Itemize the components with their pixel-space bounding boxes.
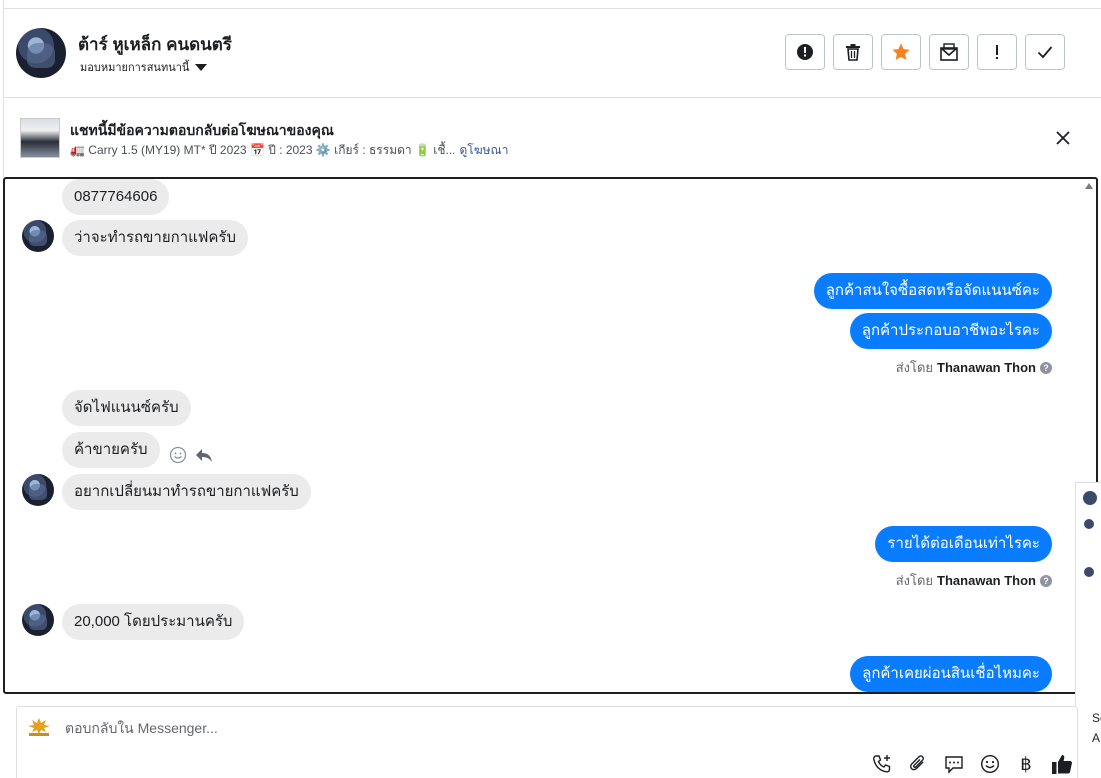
alert-circle-icon (797, 44, 813, 60)
paperclip-icon (910, 755, 924, 771)
conversation-header: ต้าร์ หูเหล็ก คนดนตรี มอบหมายการสนทนานี้ (3, 9, 1101, 98)
report-button[interactable] (785, 34, 825, 70)
side-avatar[interactable] (1084, 519, 1094, 529)
incoming-message[interactable]: จัดไฟแนนซ์ครับ (62, 390, 191, 426)
star-button[interactable] (881, 34, 921, 70)
incoming-message[interactable]: ค้าขายครับ (62, 432, 160, 468)
star-icon (892, 43, 910, 60)
emoji-button[interactable] (979, 753, 1001, 775)
exclamation-icon (996, 45, 998, 59)
help-question-icon[interactable]: ? (1040, 574, 1052, 587)
attach-button[interactable] (907, 753, 929, 775)
composer-tools: ฿ (871, 753, 1073, 775)
assign-conversation-dropdown[interactable]: มอบหมายการสนทนานี้ (80, 58, 208, 76)
mark-unread-button[interactable] (929, 34, 969, 70)
help-question-icon[interactable]: ? (1040, 361, 1052, 374)
check-icon (1037, 46, 1053, 59)
like-button[interactable] (1051, 753, 1073, 775)
react-smiley-icon[interactable] (169, 446, 187, 464)
ad-reply-banner: แชทนี้มีข้อความตอบกลับต่อโฆษณาของคุณ 🚛 C… (3, 99, 1101, 177)
thumbs-up-icon (1052, 755, 1072, 774)
mark-done-button[interactable] (1025, 34, 1065, 70)
ad-description: 🚛 Carry 1.5 (MY19) MT* ปี 2023 📅 ปี : 20… (70, 143, 456, 157)
call-button[interactable] (871, 753, 893, 775)
sender-avatar (22, 220, 54, 252)
conversation-toolbar (785, 34, 1065, 70)
saved-replies-button[interactable] (943, 753, 965, 775)
caret-down-icon (195, 63, 208, 71)
phone-plus-icon (873, 755, 891, 773)
view-ad-link[interactable]: ดูโฆษณา (460, 143, 509, 157)
contact-avatar[interactable] (16, 28, 66, 78)
incoming-message[interactable]: อยากเปลี่ยนมาทำรถขายกาแฟครับ (62, 474, 311, 510)
agent-name: Thanawan Thon (937, 573, 1036, 588)
reply-input[interactable] (65, 720, 965, 736)
close-icon[interactable] (1053, 128, 1073, 148)
side-panel-text: Se (1092, 711, 1101, 725)
top-edge (3, 0, 1101, 9)
smiley-icon (980, 754, 1000, 774)
incoming-message[interactable]: ว่าจะทำรถขายกาแฟครับ (62, 220, 249, 256)
sent-by-prefix: ส่งโดย (895, 360, 934, 375)
sender-avatar (22, 474, 54, 506)
important-button[interactable] (977, 34, 1017, 70)
assign-label: มอบหมายการสนทนานี้ (80, 62, 190, 74)
scroll-up-arrow-icon[interactable] (1085, 183, 1093, 189)
trash-icon (846, 44, 860, 61)
sender-avatar (22, 604, 54, 636)
reply-composer: ฿ (16, 706, 1078, 778)
message-actions (169, 446, 213, 464)
ad-banner-title: แชทนี้มีข้อความตอบกลับต่อโฆษณาของคุณ (70, 122, 334, 138)
side-chat-panel[interactable]: Se A (1075, 482, 1101, 778)
contact-name[interactable]: ต้าร์ หูเหล็ก คนดนตรี (78, 31, 232, 58)
sent-by-label: ส่งโดย Thanawan Thon ? (896, 570, 1052, 591)
sent-by-prefix: ส่งโดย (895, 573, 934, 588)
side-panel-text: A (1092, 731, 1101, 745)
baht-icon: ฿ (1020, 753, 1032, 775)
chat-bubble-icon (945, 756, 963, 774)
sent-by-label: ส่งโดย Thanawan Thon ? (896, 357, 1052, 378)
agent-name: Thanawan Thon (937, 360, 1036, 375)
outgoing-message[interactable]: ลูกค้าสนใจซื้อสดหรือจัดแนนซ์คะ (813, 273, 1052, 309)
outgoing-message[interactable]: รายได้ต่อเดือนเท่าไรคะ (875, 526, 1052, 562)
reply-arrow-icon[interactable] (195, 447, 213, 463)
outgoing-message[interactable]: ลูกค้าประกอบอาชีพอะไรคะ (849, 313, 1052, 349)
ad-thumbnail[interactable] (20, 118, 60, 158)
side-avatar[interactable] (1084, 567, 1094, 577)
ad-banner-subtitle: 🚛 Carry 1.5 (MY19) MT* ปี 2023 📅 ปี : 20… (70, 141, 508, 160)
outgoing-message[interactable]: ลูกค้าเคยผ่อนสินเชื่อไหมคะ (850, 656, 1052, 692)
incoming-message[interactable]: 0877764606 (62, 179, 170, 215)
envelope-icon (940, 43, 958, 61)
side-avatar[interactable] (1083, 491, 1097, 505)
incoming-message[interactable]: 20,000 โดยประมานครับ (62, 604, 245, 640)
payment-button[interactable]: ฿ (1015, 753, 1037, 775)
message-thread[interactable]: 0877764606 ว่าจะทำรถขายกาแฟครับ ลูกค้าสน… (3, 177, 1098, 694)
delete-button[interactable] (833, 34, 873, 70)
page-logo-icon (28, 718, 50, 736)
